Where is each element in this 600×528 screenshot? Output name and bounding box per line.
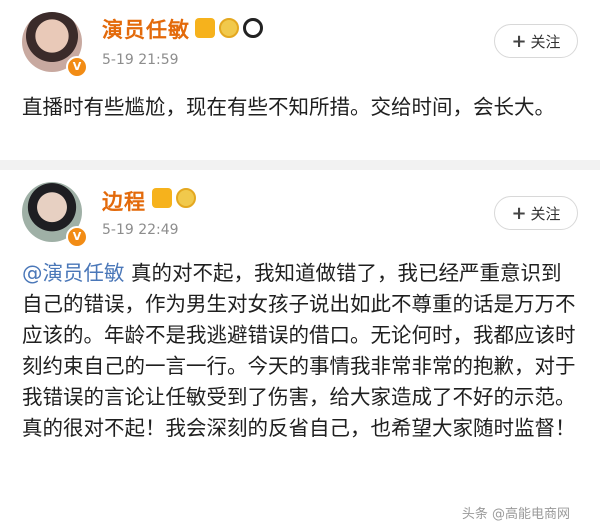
- medal-icon: [219, 18, 239, 38]
- post-text: @演员任敏 真的对不起，我知道做错了，我已经严重意识到自己的错误，作为男生对女孩…: [22, 258, 578, 444]
- verified-badge-icon: V: [66, 226, 88, 248]
- author-name[interactable]: 边程: [102, 186, 146, 216]
- plus-icon: +: [511, 30, 527, 52]
- post-time: 5-19 21:59: [102, 52, 179, 68]
- badge-icons: [152, 188, 196, 208]
- follow-button[interactable]: + 关注: [494, 24, 578, 58]
- author-name[interactable]: 演员任敏: [102, 14, 190, 44]
- plus-icon: +: [511, 202, 527, 224]
- post-body: 真的对不起，我知道做错了，我已经严重意识到自己的错误，作为男生对女孩子说出如此不…: [22, 261, 576, 440]
- follow-button[interactable]: + 关注: [494, 196, 578, 230]
- follow-label: 关注: [530, 204, 561, 223]
- badge-icons: [195, 18, 263, 38]
- weibo-post-2: V 边程 5-19 22:49 + 关注 @演员任敏 真的对不起，我知道做错了，…: [0, 170, 600, 528]
- divider: [0, 160, 600, 170]
- crown-icon: [195, 18, 215, 38]
- post-time: 5-19 22:49: [102, 222, 179, 238]
- crown-icon: [152, 188, 172, 208]
- watermark: 头条 @高能电商网: [461, 507, 570, 522]
- weibo-post-1: V 演员任敏 5-19 21:59 + 关注 直播时有些尴尬，现在有些不知所措。…: [0, 0, 600, 160]
- panda-icon: [243, 18, 263, 38]
- medal-icon: [176, 188, 196, 208]
- post-text: 直播时有些尴尬，现在有些不知所措。交给时间，会长大。: [22, 95, 555, 119]
- follow-label: 关注: [530, 32, 561, 51]
- verified-badge-icon: V: [66, 56, 88, 78]
- mention-link[interactable]: @演员任敏: [22, 261, 125, 285]
